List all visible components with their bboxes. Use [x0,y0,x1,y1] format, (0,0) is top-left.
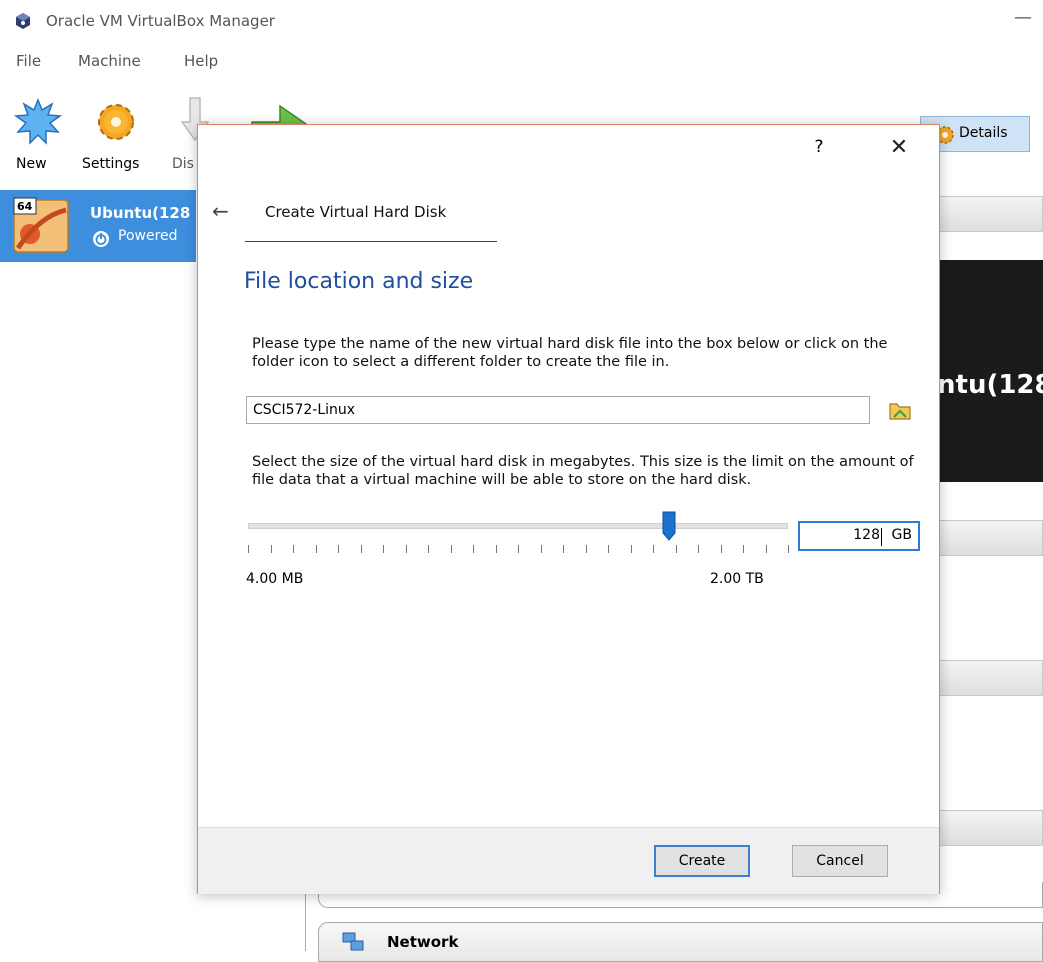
slider-tick [518,545,519,553]
size-unit: GB [891,527,912,543]
wizard-title: Create Virtual Hard Disk [265,203,447,221]
slider-tick [766,545,767,553]
size-input[interactable]: 128 GB [798,521,920,551]
help-button[interactable]: ? [804,137,834,165]
slider-min-label: 4.00 MB [246,571,304,587]
size-description: Select the size of the virtual hard disk… [252,454,914,488]
create-button[interactable]: Create [654,845,750,877]
slider-tick [406,545,407,553]
slider-tick [541,545,542,553]
menu-help[interactable]: Help [184,52,218,70]
window-title: Oracle VM VirtualBox Manager [46,12,275,30]
size-slider-thumb[interactable] [662,511,676,541]
slider-tick [428,545,429,553]
slider-tick [316,545,317,553]
virtualbox-logo-icon [16,13,30,29]
slider-tick [338,545,339,553]
preview-screen: ntu(128 [935,260,1043,482]
settings-button[interactable]: Settings [78,90,158,180]
text-caret [881,528,882,546]
new-button[interactable]: New [10,90,64,180]
slider-tick [248,545,249,553]
slider-tick [721,545,722,553]
back-arrow-icon[interactable]: ← [212,199,229,223]
divider [305,890,306,951]
network-title: Network [387,933,459,951]
slider-tick [451,545,452,553]
network-section-header[interactable]: Network [318,922,1043,962]
preview-panel: ntu(128 [935,260,1043,482]
details-button-label: Details [959,125,1008,141]
gear-icon [98,104,134,140]
network-icon [342,932,364,951]
slider-max-label: 2.00 TB [710,571,764,587]
size-slider-track[interactable] [248,523,788,529]
discard-button[interactable]: Dis [168,90,210,180]
cancel-button[interactable]: Cancel [792,845,888,877]
menu-file[interactable]: File [16,52,41,70]
slider-tick [743,545,744,553]
slider-tick [586,545,587,553]
slider-tick [293,545,294,553]
file-name-input[interactable] [246,396,870,424]
title-bar: Oracle VM VirtualBox Manager — [0,0,1043,42]
discard-button-label: Dis [172,156,194,172]
vm-list-item[interactable]: 64 Ubuntu(128 Powered [0,190,196,262]
slider-tick [271,545,272,553]
page-title: File location and size [244,269,474,294]
close-button[interactable]: ✕ [884,135,914,165]
size-value: 128 [853,527,880,543]
folder-icon[interactable] [888,399,912,421]
slider-tick [631,545,632,553]
minimize-button[interactable]: — [1003,6,1043,36]
slider-tick [473,545,474,553]
usb-section-header [935,810,1043,846]
slider-tick [608,545,609,553]
menu-machine[interactable]: Machine [78,52,141,70]
preview-vm-name: ntu(128 [937,370,1043,400]
audio-section-header [935,660,1043,696]
arch-badge: 64 [17,200,33,213]
slider-tick [698,545,699,553]
storage-section-header [935,520,1043,556]
create-virtual-hard-disk-dialog: ? ✕ ← Create Virtual Hard Disk File loca… [197,124,940,894]
wizard-title-underline [245,241,497,242]
size-slider-ticks [248,545,789,555]
slider-tick [563,545,564,553]
slider-tick [361,545,362,553]
slider-tick [676,545,677,553]
new-starburst-icon [14,98,62,145]
settings-button-label: Settings [82,156,140,172]
power-state-icon [93,231,109,247]
vm-list: 64 Ubuntu(128 Powered [0,184,196,951]
details-section-header [935,196,1043,232]
slider-tick [653,545,654,553]
slider-tick [496,545,497,553]
new-button-label: New [16,156,47,172]
ubuntu-vm-icon: 64 [13,197,69,253]
vm-state: Powered [118,228,178,244]
file-location-description: Please type the name of the new virtual … [252,336,888,370]
dialog-footer: Create Cancel [198,827,939,894]
slider-tick [383,545,384,553]
slider-tick [788,545,789,553]
vm-name: Ubuntu(128 [90,204,191,222]
